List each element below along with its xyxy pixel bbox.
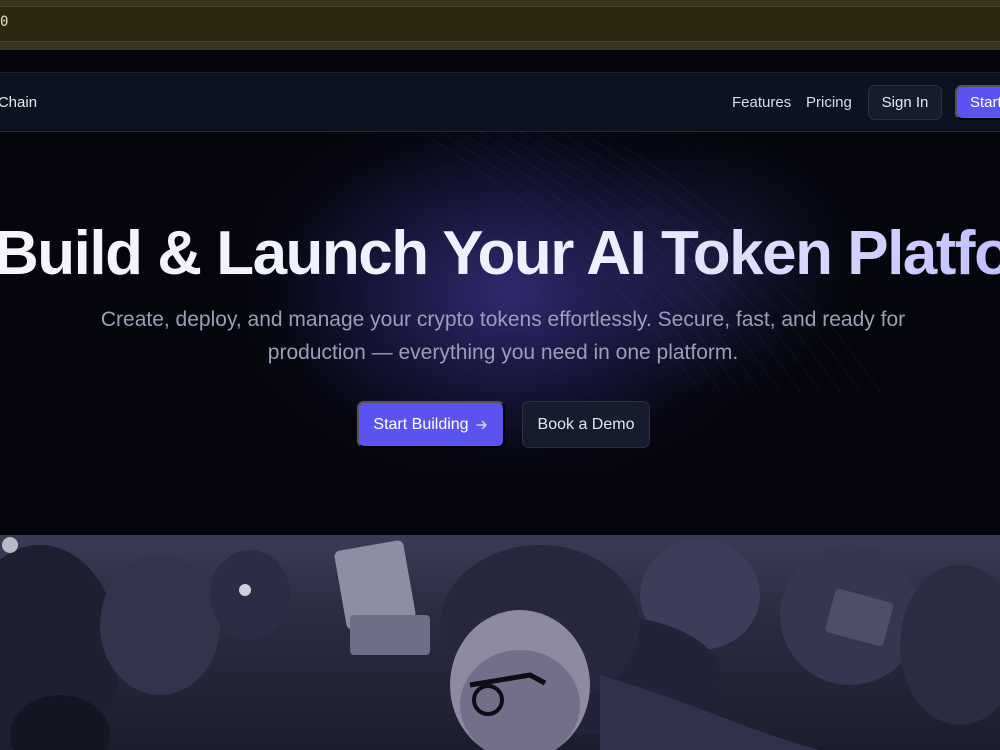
page: 0 vnChain Features Pricing Sign In Start [0,0,1000,750]
hero-photo [0,535,1000,750]
hero-title: Build & Launch Your AI Token Platform [0,218,1000,289]
start-button[interactable]: Start [955,85,1000,120]
nav-link-pricing[interactable]: Pricing [806,94,852,111]
dev-toolbar-text: 0 [0,14,9,30]
arrow-right-icon [475,420,487,429]
dev-toolbar: 0 [0,0,1000,50]
photo-scene [0,537,1000,750]
dev-toolbar-bar [0,6,1000,42]
nav-link-features[interactable]: Features [732,94,791,111]
spacer [0,50,1000,72]
start-building-label: Start Building [373,415,469,433]
navbar: vnChain Features Pricing Sign In Start [0,72,1000,132]
start-building-button[interactable]: Start Building [357,401,505,448]
brand-logo[interactable]: vnChain [0,94,37,111]
hero-subtitle: Create, deploy, and manage your crypto t… [100,308,906,364]
hero-section: Build & Launch Your AI Token Platform Cr… [0,132,1000,535]
book-demo-button[interactable]: Book a Demo [522,401,650,448]
sign-in-button[interactable]: Sign In [868,85,942,120]
